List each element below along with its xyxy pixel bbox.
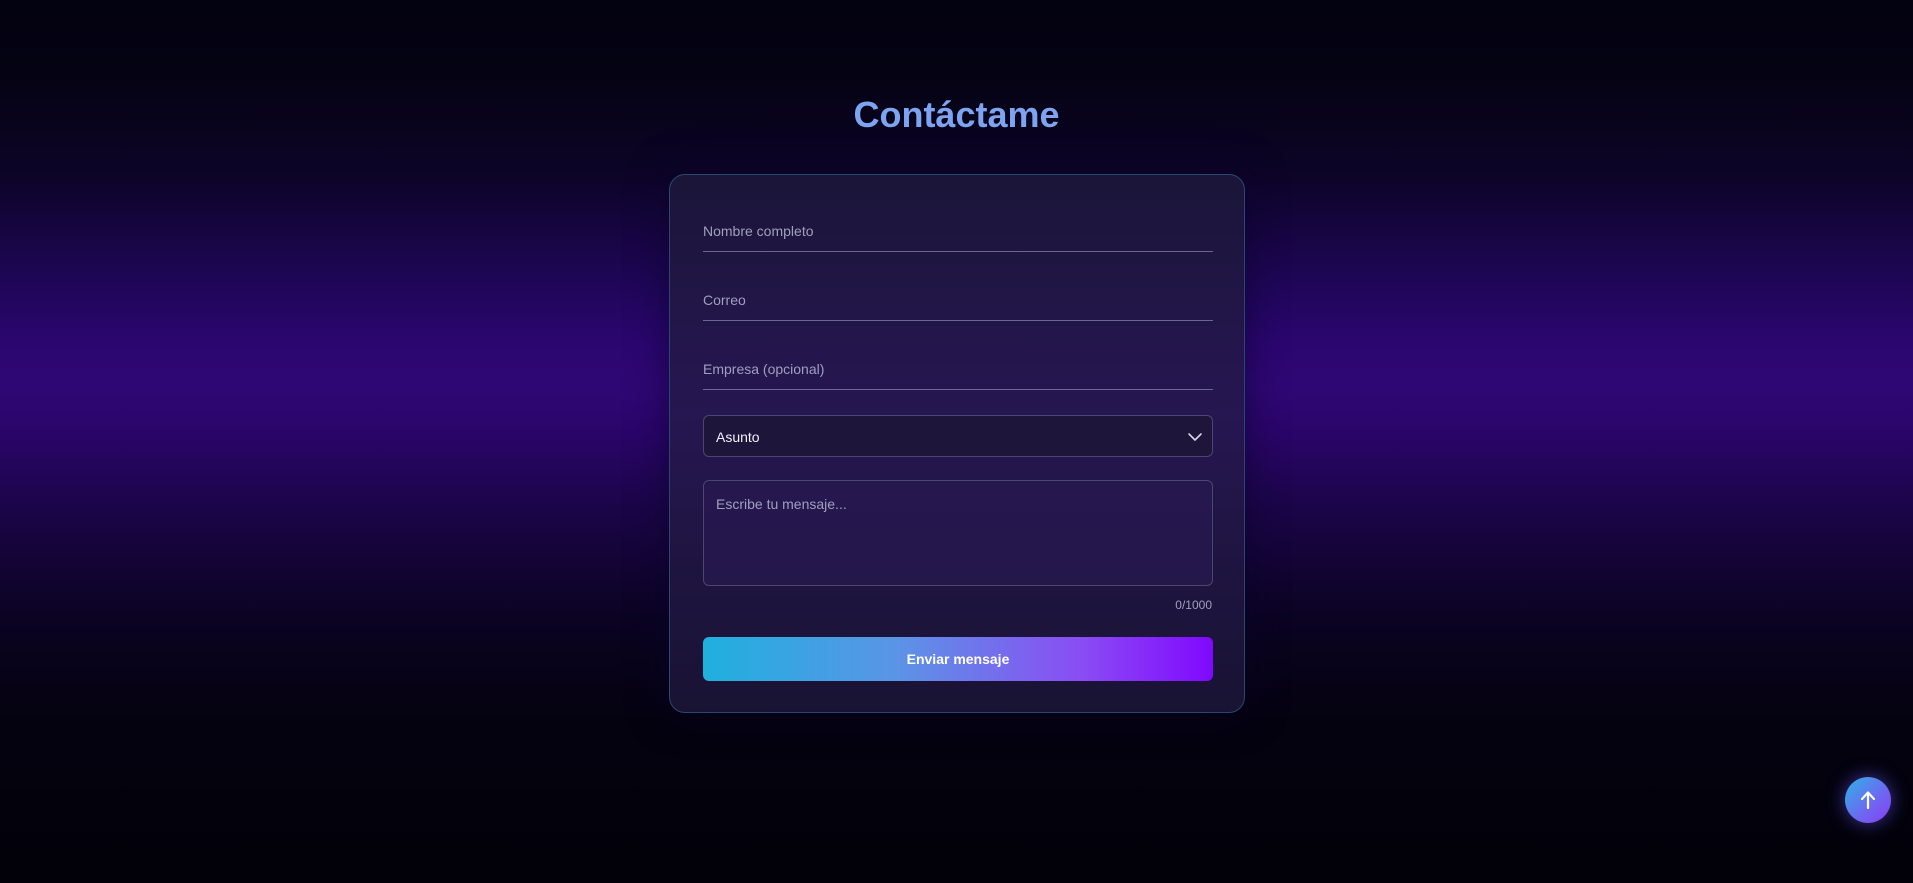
company-field[interactable]: Empresa (opcional) xyxy=(703,360,1213,390)
page-title: Contáctame xyxy=(853,94,1060,135)
full-name-field[interactable]: Nombre completo xyxy=(703,222,1213,252)
arrow-up-icon xyxy=(1860,791,1876,810)
message-placeholder: Escribe tu mensaje... xyxy=(716,496,847,512)
send-message-button[interactable]: Enviar mensaje xyxy=(703,637,1213,681)
chevron-down-icon xyxy=(1188,433,1202,441)
contact-form-card: Nombre completo Correo Empresa (opcional… xyxy=(669,174,1245,713)
message-textarea[interactable]: Escribe tu mensaje... xyxy=(703,480,1213,586)
subject-select[interactable]: Asunto xyxy=(703,415,1213,457)
email-field[interactable]: Correo xyxy=(703,291,1213,321)
company-placeholder: Empresa (opcional) xyxy=(703,361,825,377)
email-placeholder: Correo xyxy=(703,292,746,308)
scroll-to-top-button[interactable] xyxy=(1845,777,1891,823)
character-counter: 0/1000 xyxy=(1175,598,1212,612)
full-name-placeholder: Nombre completo xyxy=(703,223,814,239)
subject-selected-value: Asunto xyxy=(716,429,760,445)
